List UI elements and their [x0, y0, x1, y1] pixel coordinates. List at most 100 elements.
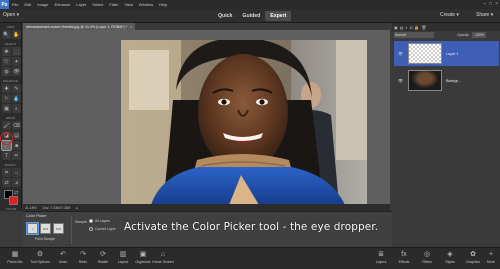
current-layer-radio[interactable]: [89, 227, 93, 231]
menu-items: File Edit Image Enhance Layer Select Filter Vie…: [9, 2, 170, 7]
menu-help[interactable]: Help: [156, 2, 170, 7]
maximize-icon[interactable]: □: [489, 1, 492, 7]
visibility-eye-icon[interactable]: 👁: [398, 78, 404, 83]
mask-icon[interactable]: ◘: [410, 25, 412, 30]
bottom-taskbar: ▦ Photo Bin ⚙ Tool Options ↶ Undo ↷ Redo ⟳ Rotate…: [0, 247, 500, 269]
window-controls: – □ ×: [483, 1, 498, 7]
opacity-field[interactable]: 100%: [472, 32, 487, 38]
pencil-icon[interactable]: ✏: [12, 151, 21, 160]
magic-wand-icon[interactable]: ✦: [12, 57, 21, 66]
all-layers-option[interactable]: All Layers: [89, 219, 110, 223]
menu-view[interactable]: View: [121, 2, 136, 7]
filters-button[interactable]: ◎ Filters: [418, 250, 436, 264]
status-arrow-icon[interactable]: ▸: [76, 206, 78, 210]
graphics-button[interactable]: ✿ Graphics: [464, 250, 482, 264]
5x5-sample-button[interactable]: 5×5: [53, 223, 64, 234]
crop-icon[interactable]: ⌗: [2, 168, 11, 177]
portrait-photo: [121, 40, 367, 205]
menu-enhance[interactable]: Enhance: [51, 2, 73, 7]
layer-name: Layer 1: [446, 51, 459, 56]
styles-icon: ◈: [447, 251, 453, 258]
toolbox: VIEW 🔍 ✋ SELECT ✥ ⬚ ➰ ✦ ◍ 👁 ENHANCE ✚ ✎ ⚐ 💧 ▣ ◐ DRA…: [0, 23, 22, 211]
eraser-icon[interactable]: ⌫: [12, 121, 21, 130]
background-color-swatch[interactable]: [9, 196, 18, 205]
filters-label: Filters: [422, 260, 432, 264]
zoom-readout: 41.18%: [25, 205, 37, 210]
undo-icon: ↶: [60, 251, 66, 258]
blur-icon[interactable]: 💧: [12, 94, 21, 103]
adjustment-layer-icon[interactable]: ◐: [406, 25, 408, 30]
shape-icon[interactable]: ■: [12, 141, 21, 150]
sponge-icon[interactable]: ▣: [2, 104, 11, 113]
menu-select[interactable]: Select: [89, 2, 106, 7]
new-layer-icon[interactable]: ▣: [394, 25, 398, 30]
menu-layer[interactable]: Layer: [73, 2, 89, 7]
current-layer-option[interactable]: Current Layer: [89, 227, 116, 231]
3x3-sample-button[interactable]: 3×3: [40, 223, 51, 234]
mode-tab-quick[interactable]: Quick: [213, 11, 237, 21]
lock-icon[interactable]: 🔒: [414, 25, 419, 30]
layers-button[interactable]: ≣ Layers: [372, 250, 390, 264]
close-window-icon[interactable]: ×: [495, 1, 498, 7]
type-icon[interactable]: T: [2, 151, 11, 160]
sample-size-label: Point Sample: [35, 237, 56, 241]
gradient-icon[interactable]: ▤: [12, 131, 21, 140]
layer-row-background[interactable]: 👁 Backgr...: [394, 68, 499, 93]
smart-brush-icon[interactable]: ✎: [12, 84, 21, 93]
view-tools: 🔍 ✋: [0, 29, 21, 40]
spot-healing-icon[interactable]: ✚: [2, 84, 11, 93]
menu-filter[interactable]: Filter: [106, 2, 121, 7]
mode-tab-expert[interactable]: Expert: [265, 11, 292, 21]
layers-panel-toolbar: ▣ ▤ ◐ ◘ 🔒 🗑: [392, 23, 500, 31]
brush-icon[interactable]: 🖌: [2, 121, 11, 130]
menu-image[interactable]: Image: [34, 2, 51, 7]
swap-colors-icon[interactable]: ⇄: [14, 190, 18, 196]
share-button[interactable]: Share ▾: [476, 12, 493, 18]
straighten-icon[interactable]: ⦨: [12, 178, 21, 187]
blend-mode-select[interactable]: Normal: [394, 32, 434, 38]
lasso-icon[interactable]: ➰: [2, 57, 11, 66]
quick-selection-icon[interactable]: ◍: [2, 67, 11, 76]
new-group-icon[interactable]: ▤: [400, 25, 404, 30]
styles-button[interactable]: ◈ Styles: [441, 250, 459, 264]
hand-icon[interactable]: ✋: [12, 30, 21, 39]
rotate-icon: ⟳: [100, 251, 106, 258]
layer-controls: Normal Opacity: 100%: [392, 31, 500, 39]
menu-file[interactable]: File: [9, 2, 21, 7]
filters-icon: ◎: [423, 251, 431, 258]
effects-button[interactable]: fx Effects: [395, 250, 413, 264]
minimize-icon[interactable]: –: [483, 1, 486, 7]
zoom-icon[interactable]: 🔍: [2, 30, 11, 39]
menu-window[interactable]: Window: [136, 2, 156, 7]
close-document-icon[interactable]: ×: [130, 24, 132, 29]
more-label: More: [487, 260, 495, 264]
trash-icon[interactable]: 🗑: [421, 25, 426, 30]
dodge-icon[interactable]: ◐: [12, 104, 21, 113]
photo-bin-button[interactable]: ▦ Photo Bin: [2, 250, 28, 264]
clone-stamp-icon[interactable]: ⚐: [2, 94, 11, 103]
layer-row-layer-1[interactable]: 👁 Layer 1: [394, 41, 499, 66]
tool-options-label: Tool Options: [30, 260, 50, 264]
marquee-icon[interactable]: ⬚: [12, 47, 21, 56]
move-icon[interactable]: ✥: [2, 47, 11, 56]
create-button[interactable]: Create ▾: [440, 12, 459, 18]
eye-icon[interactable]: 👁: [12, 67, 21, 76]
document-tab[interactable]: africanwomanLondon-Hohalis.jpg @ 41.2% (…: [23, 23, 136, 30]
more-button[interactable]: + More: [482, 250, 500, 264]
organizer-icon: ▣: [139, 251, 147, 258]
layers-panel: ▣ ▤ ◐ ◘ 🔒 🗑 Normal Opacity: 100% 👁 Layer…: [392, 23, 500, 261]
point-sample-button[interactable]: •: [26, 222, 39, 235]
more-icon: +: [488, 251, 494, 258]
all-layers-radio[interactable]: [89, 219, 93, 223]
styles-label: Styles: [445, 260, 455, 264]
photo-image[interactable]: [121, 40, 367, 205]
menu-edit[interactable]: Edit: [21, 2, 34, 7]
visibility-eye-icon[interactable]: 👁: [398, 51, 404, 56]
mode-tab-guided[interactable]: Guided: [237, 11, 265, 21]
color-picker-highlight-circle: [0, 132, 13, 145]
content-aware-move-icon[interactable]: ⇄: [2, 178, 11, 187]
home-screen-button[interactable]: ⌂ Home Screen: [150, 250, 176, 264]
recompose-icon[interactable]: ⇔: [12, 168, 21, 177]
menu-bar: Ps File Edit Image Enhance Layer Select Filter…: [0, 0, 500, 9]
open-button[interactable]: Open ▾: [3, 12, 19, 18]
